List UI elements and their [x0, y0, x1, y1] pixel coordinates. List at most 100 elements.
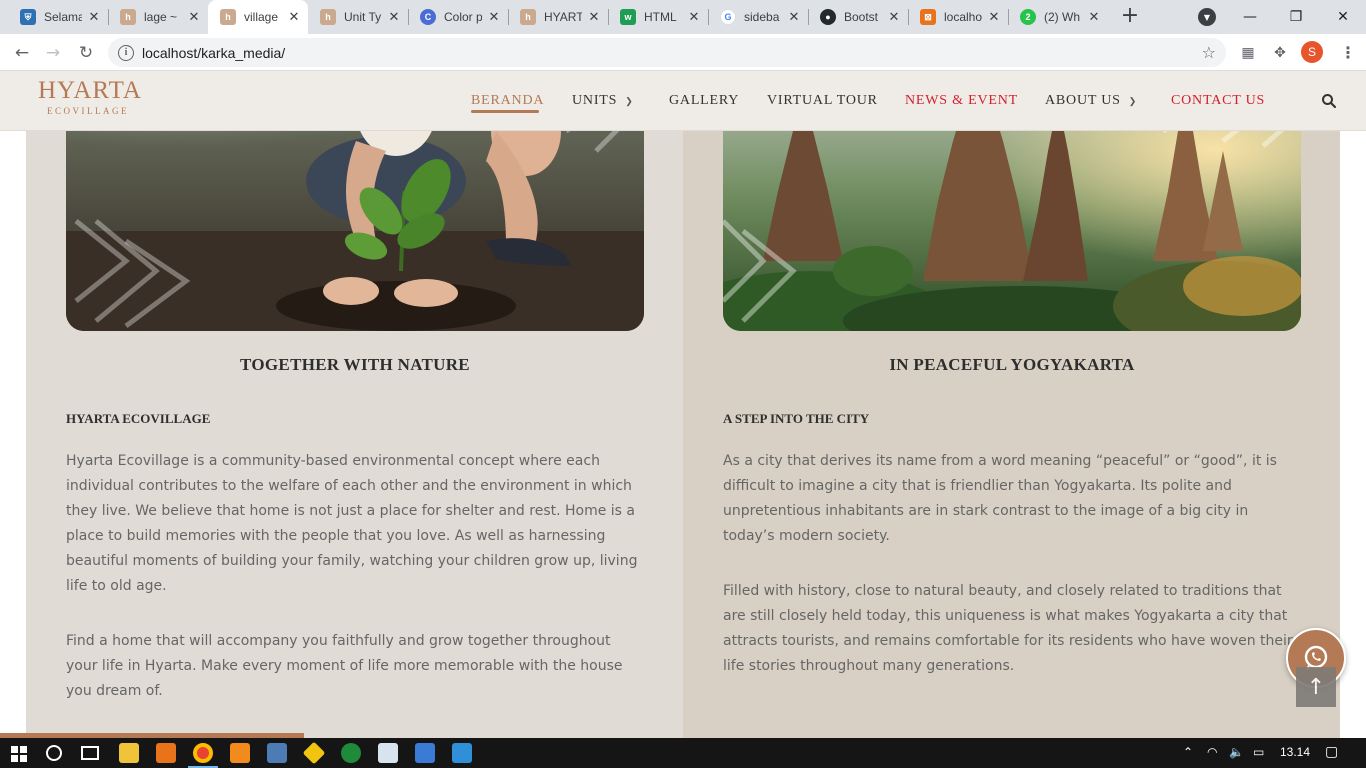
chrome-icon[interactable] — [193, 743, 213, 763]
w3-icon: w — [620, 9, 636, 25]
close-icon[interactable]: ✕ — [886, 9, 902, 25]
tab-label: HTML — [644, 10, 677, 24]
xampp-icon[interactable] — [156, 743, 176, 763]
profile-avatar[interactable]: S — [1301, 41, 1323, 63]
back-arrow-icon[interactable]: ← — [9, 40, 35, 66]
browser-tab-strip: ⛨ Selama ✕ h lage ~ ✕ h village ✕ h Unit… — [0, 0, 1366, 34]
arrow-up-icon: ↑ — [1306, 674, 1326, 700]
address-bar[interactable]: i localhost/karka_media/ ☆ — [108, 38, 1226, 67]
reload-icon[interactable]: ↻ — [73, 40, 99, 66]
cortana-search-icon[interactable] — [46, 745, 62, 761]
logo-tagline: ECOVILLAGE — [47, 106, 129, 116]
close-icon[interactable]: ✕ — [486, 9, 502, 25]
back-to-top-button[interactable]: ↑ — [1296, 667, 1336, 707]
browser-tab[interactable]: ⛨ Selama ✕ — [8, 0, 108, 34]
tab-search-icon[interactable]: ▼ — [1198, 8, 1216, 26]
search-icon[interactable] — [1321, 93, 1337, 109]
browser-tab[interactable]: h lage ~ ✕ — [108, 0, 208, 34]
new-tab-button[interactable]: + — [1118, 5, 1142, 29]
bookmark-star-icon[interactable]: ☆ — [1202, 43, 1216, 62]
close-icon[interactable]: ✕ — [286, 9, 302, 25]
extensions-puzzle-icon[interactable]: ✥ — [1270, 43, 1290, 63]
qr-code-icon[interactable]: ▦ — [1238, 43, 1258, 63]
volume-icon[interactable]: 🔈 — [1229, 745, 1244, 759]
nav-label: NEWS & EVENT — [905, 93, 1019, 108]
app-icon[interactable] — [341, 743, 361, 763]
nav-label: ABOUT US — [1045, 93, 1121, 108]
nav-item-about-us[interactable]: ABOUT US ❯ — [1045, 71, 1137, 131]
url-text[interactable]: localhost/karka_media/ — [142, 45, 285, 61]
browser-tab[interactable]: 2 (2) Wh ✕ — [1008, 0, 1108, 34]
xampp-icon: ⊠ — [920, 9, 936, 25]
right-paragraph-2: Filled with history, close to natural be… — [723, 583, 1293, 674]
c-icon: C — [420, 9, 436, 25]
browser-tab[interactable]: G sideba ✕ — [708, 0, 808, 34]
logo-wordmark: HYARTA — [38, 77, 142, 104]
site-header: HYARTA ECOVILLAGE BERANDA UNITS ❯ GALLERY… — [0, 71, 1366, 131]
browser-menu-icon[interactable]: ⋮ — [1340, 43, 1356, 62]
browser-tab[interactable]: C Color p ✕ — [408, 0, 508, 34]
site-logo[interactable]: HYARTA ECOVILLAGE — [38, 77, 142, 117]
windows-start-icon[interactable] — [11, 746, 27, 762]
close-icon[interactable]: ✕ — [586, 9, 602, 25]
tab-label: lage ~ — [144, 10, 178, 24]
browser-toolbar: ← → ↻ i localhost/karka_media/ ☆ ▦ ✥ S ⋮ — [0, 34, 1366, 71]
github-icon: ● — [820, 9, 836, 25]
nav-item-beranda[interactable]: BERANDA — [471, 71, 544, 131]
left-paragraph-2: Find a home that will accompany you fait… — [66, 633, 623, 699]
notepad-icon[interactable] — [378, 743, 398, 763]
site-info-icon[interactable]: i — [118, 44, 134, 61]
minimize-button[interactable]: — — [1227, 0, 1273, 34]
close-icon[interactable]: ✕ — [86, 9, 102, 25]
close-icon[interactable]: ✕ — [786, 9, 802, 25]
chevron-up-icon[interactable]: ⌃ — [1183, 745, 1193, 759]
right-heading: IN PEACEFUL YOGYAKARTA — [889, 355, 1135, 374]
network-app-icon[interactable] — [415, 743, 435, 763]
clock-time[interactable]: 13.14 — [1280, 745, 1310, 759]
browser-tab[interactable]: ⊠ localho ✕ — [908, 0, 1008, 34]
chevron-down-icon: ❯ — [1128, 95, 1138, 106]
right-subheading: A STEP INTO THE CITY — [723, 411, 870, 426]
restore-button[interactable]: ❐ — [1273, 0, 1319, 34]
close-icon[interactable]: ✕ — [386, 9, 402, 25]
git-icon[interactable] — [302, 741, 326, 765]
nav-item-news-event[interactable]: NEWS & EVENT — [905, 71, 1018, 131]
browser-tab-active[interactable]: h village ✕ — [208, 0, 308, 34]
sublime-text-icon[interactable] — [230, 743, 250, 763]
browser-tab[interactable]: h HYART ✕ — [508, 0, 608, 34]
forward-arrow-icon[interactable]: → — [40, 40, 66, 66]
tab-label: Unit Ty — [344, 10, 382, 24]
nav-item-virtual-tour[interactable]: VIRTUAL TOUR — [767, 71, 878, 131]
battery-icon[interactable]: ▭ — [1253, 745, 1264, 759]
tab-label: Color p — [444, 10, 482, 24]
nav-item-gallery[interactable]: GALLERY — [669, 71, 739, 131]
browser-tab[interactable]: ● Bootst ✕ — [808, 0, 908, 34]
window-close-button[interactable]: ✕ — [1320, 0, 1366, 34]
task-view-icon[interactable] — [81, 746, 99, 760]
database-icon[interactable] — [267, 743, 287, 763]
chevron-down-icon: ❯ — [625, 95, 634, 106]
nav-item-contact-us[interactable]: CONTACT US — [1171, 71, 1265, 131]
page-viewport: TOGETHER WITH NATURE HYARTA ECOVILLAGE H… — [0, 71, 1366, 738]
nav-label: VIRTUAL TOUR — [767, 93, 878, 108]
shield-icon: ⛨ — [20, 9, 36, 25]
windows-taskbar: ⌃ ◠ 🔈 ▭ 13.14 ▢ — [0, 738, 1366, 768]
browser-tab[interactable]: w HTML ✕ — [608, 0, 708, 34]
right-paragraph-1: As a city that derives its name from a w… — [723, 453, 1277, 544]
site-logo-icon: h — [520, 9, 536, 25]
nav-label: BERANDA — [471, 93, 545, 108]
site-logo-icon: h — [120, 9, 136, 25]
browser-tab[interactable]: h Unit Ty ✕ — [308, 0, 408, 34]
photos-icon[interactable] — [452, 743, 472, 763]
wifi-icon[interactable]: ◠ — [1207, 745, 1217, 759]
close-icon[interactable]: ✕ — [1086, 9, 1102, 25]
nav-label: UNITS — [572, 93, 618, 108]
nav-item-units[interactable]: UNITS ❯ — [572, 71, 634, 131]
close-icon[interactable]: ✕ — [686, 9, 702, 25]
notification-center-icon[interactable]: ▢ — [1325, 743, 1338, 760]
close-icon[interactable]: ✕ — [186, 9, 202, 25]
left-paragraph-1: Hyarta Ecovillage is a community-based e… — [66, 453, 638, 594]
active-nav-underline — [471, 110, 539, 113]
file-explorer-icon[interactable] — [119, 743, 139, 763]
close-icon[interactable]: ✕ — [986, 9, 1002, 25]
